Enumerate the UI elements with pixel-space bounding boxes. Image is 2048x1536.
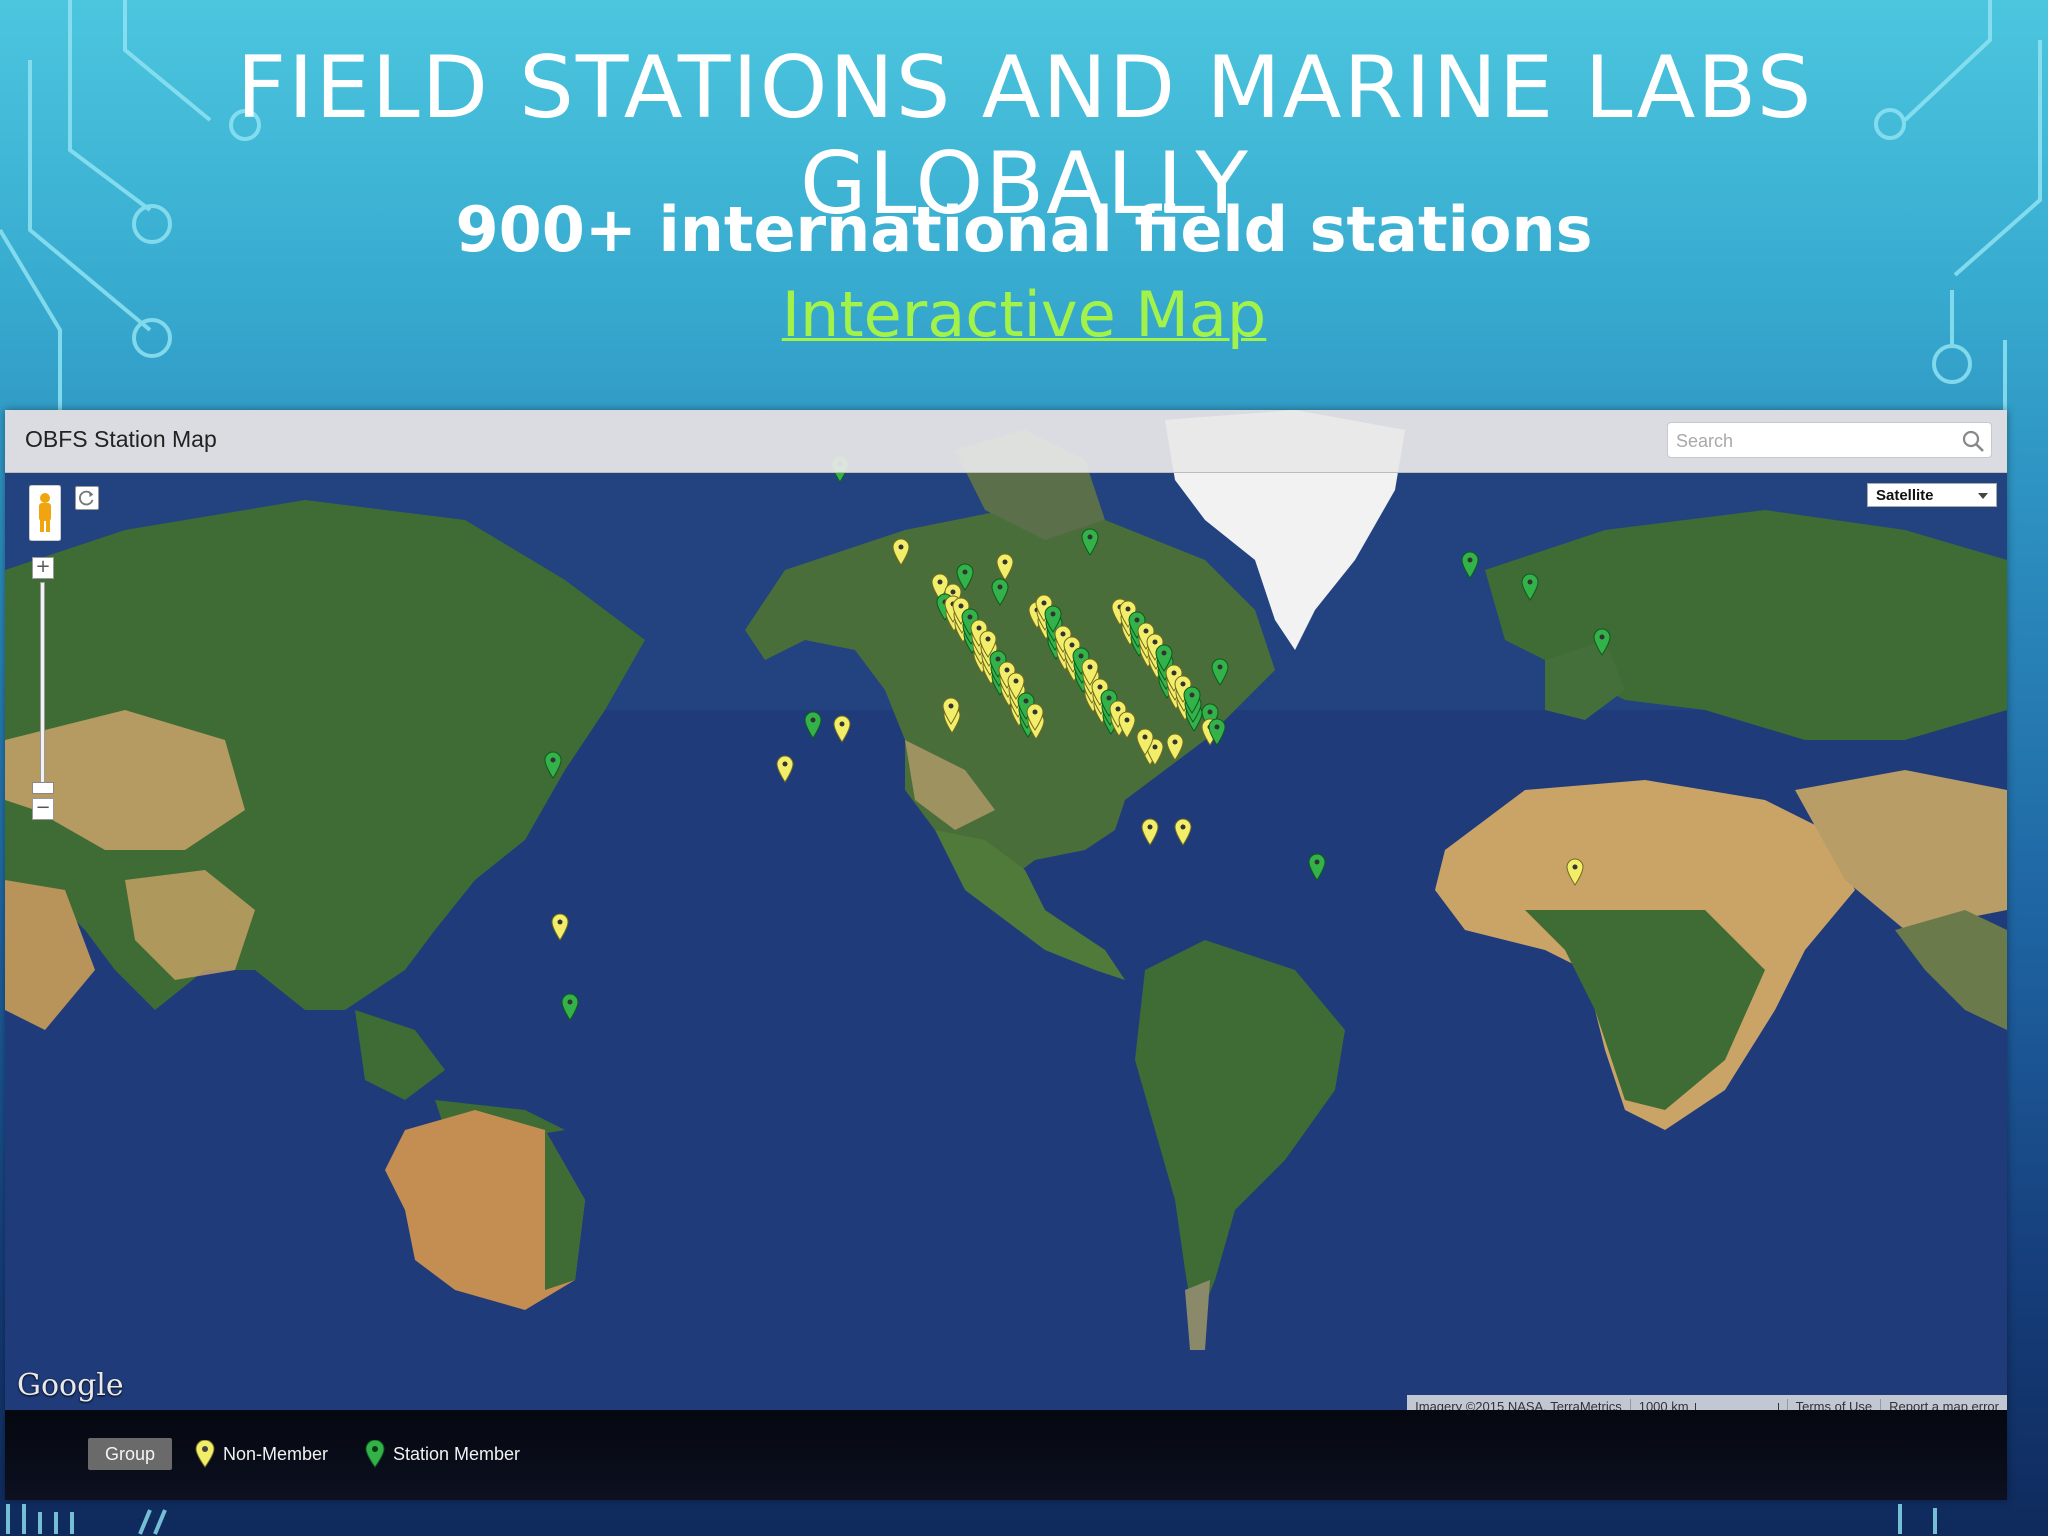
- pin-dot: [1115, 706, 1121, 712]
- pin-dot: [567, 999, 573, 1005]
- pegman-icon[interactable]: [29, 485, 61, 541]
- pin-dot: [1125, 606, 1131, 612]
- legend-nonmember: Non-Member: [195, 1438, 328, 1470]
- pin-dot: [898, 544, 904, 550]
- legend-nonmember-label: Non-Member: [223, 1443, 329, 1464]
- pin-dot: [1147, 824, 1153, 830]
- rotate-icon[interactable]: [75, 486, 99, 510]
- pin-dot: [1013, 678, 1019, 684]
- pin-dot: [1207, 709, 1213, 715]
- map-header-title: OBFS Station Map: [25, 426, 217, 452]
- chevron-down-icon: [1978, 493, 1988, 499]
- pin-dot: [995, 656, 1001, 662]
- zoom-slider-track[interactable]: [40, 582, 45, 792]
- map-header: OBFS Station Map: [5, 410, 2007, 473]
- map-search-box[interactable]: [1667, 422, 1992, 458]
- pin-dot: [962, 569, 968, 575]
- pin-dot: [950, 589, 956, 595]
- zoom-in-button[interactable]: +: [32, 557, 54, 579]
- pin-dot: [839, 721, 845, 727]
- pin-dot: [1142, 734, 1148, 740]
- pin-dot: [1152, 744, 1158, 750]
- map-search-input[interactable]: [1674, 427, 1948, 455]
- pin-dot: [976, 625, 982, 631]
- pin-dot: [1572, 864, 1578, 870]
- pin-dot: [1050, 611, 1056, 617]
- pin-dot: [997, 584, 1003, 590]
- zoom-out-button[interactable]: −: [32, 798, 54, 820]
- pin-dot: [985, 636, 991, 642]
- pin-dot: [1152, 639, 1158, 645]
- pin-dot: [967, 614, 973, 620]
- interactive-map-link-wrapper: Interactive Map: [0, 275, 2048, 355]
- group-button[interactable]: Group: [88, 1438, 172, 1470]
- pin-dot: [1180, 681, 1186, 687]
- bottom-decoration: [6, 1504, 1937, 1535]
- pin-dot: [810, 717, 816, 723]
- slide-subtitle: 900+ international field stations: [455, 193, 1593, 266]
- legend-member-label: Station Member: [393, 1443, 521, 1464]
- pin-dot: [1023, 698, 1029, 704]
- pin-dot: [1467, 557, 1473, 563]
- pin-dot: [557, 919, 563, 925]
- pin-dot: [958, 603, 964, 609]
- map-type-value: Satellite: [1876, 487, 1934, 504]
- pin-dot: [1527, 579, 1533, 585]
- pin-dot: [1171, 670, 1177, 676]
- pin-dot: [1087, 664, 1093, 670]
- pin-dot: [1078, 653, 1084, 659]
- pin-dot: [1124, 717, 1130, 723]
- pin-dot: [1314, 859, 1320, 865]
- pin-dot: [1060, 631, 1066, 637]
- pin-dot: [550, 757, 556, 763]
- pin-dot: [1087, 534, 1093, 540]
- zoom-slider-handle[interactable]: [32, 782, 54, 794]
- pin-dot: [1041, 600, 1047, 606]
- map-legend-bar: Group Non-Member Station Member: [5, 1410, 2007, 1500]
- pin-dot: [1032, 709, 1038, 715]
- pin-dot: [1161, 650, 1167, 656]
- map-type-select[interactable]: Satellite: [1867, 483, 1997, 507]
- pin-dot: [1217, 664, 1223, 670]
- pin-dot: [1189, 692, 1195, 698]
- interactive-map-link[interactable]: Interactive Map: [782, 278, 1267, 351]
- pin-dot: [1143, 628, 1149, 634]
- green-pin-icon: [365, 1440, 385, 1468]
- pin-dot: [937, 579, 943, 585]
- yellow-pin-icon: [195, 1440, 215, 1468]
- pin-dot: [782, 761, 788, 767]
- pin-dot: [1134, 617, 1140, 623]
- search-icon[interactable]: [1959, 427, 1987, 455]
- pin-dot: [948, 703, 954, 709]
- pin-dot: [1214, 724, 1220, 730]
- pin-dot: [1172, 739, 1178, 745]
- pin-dot: [1599, 634, 1605, 640]
- station-map-widget[interactable]: OBFS Station Map Satellite + − Google Im…: [5, 410, 2007, 1500]
- pin-dot: [1004, 667, 1010, 673]
- satellite-map-canvas[interactable]: [5, 410, 2007, 1500]
- pin-dot: [1002, 559, 1008, 565]
- pin-dot: [1180, 824, 1186, 830]
- pin-dot: [1097, 684, 1103, 690]
- pin-dot: [1069, 642, 1075, 648]
- legend-member: Station Member: [365, 1438, 520, 1470]
- google-logo: Google: [17, 1368, 124, 1403]
- pin-dot: [1106, 695, 1112, 701]
